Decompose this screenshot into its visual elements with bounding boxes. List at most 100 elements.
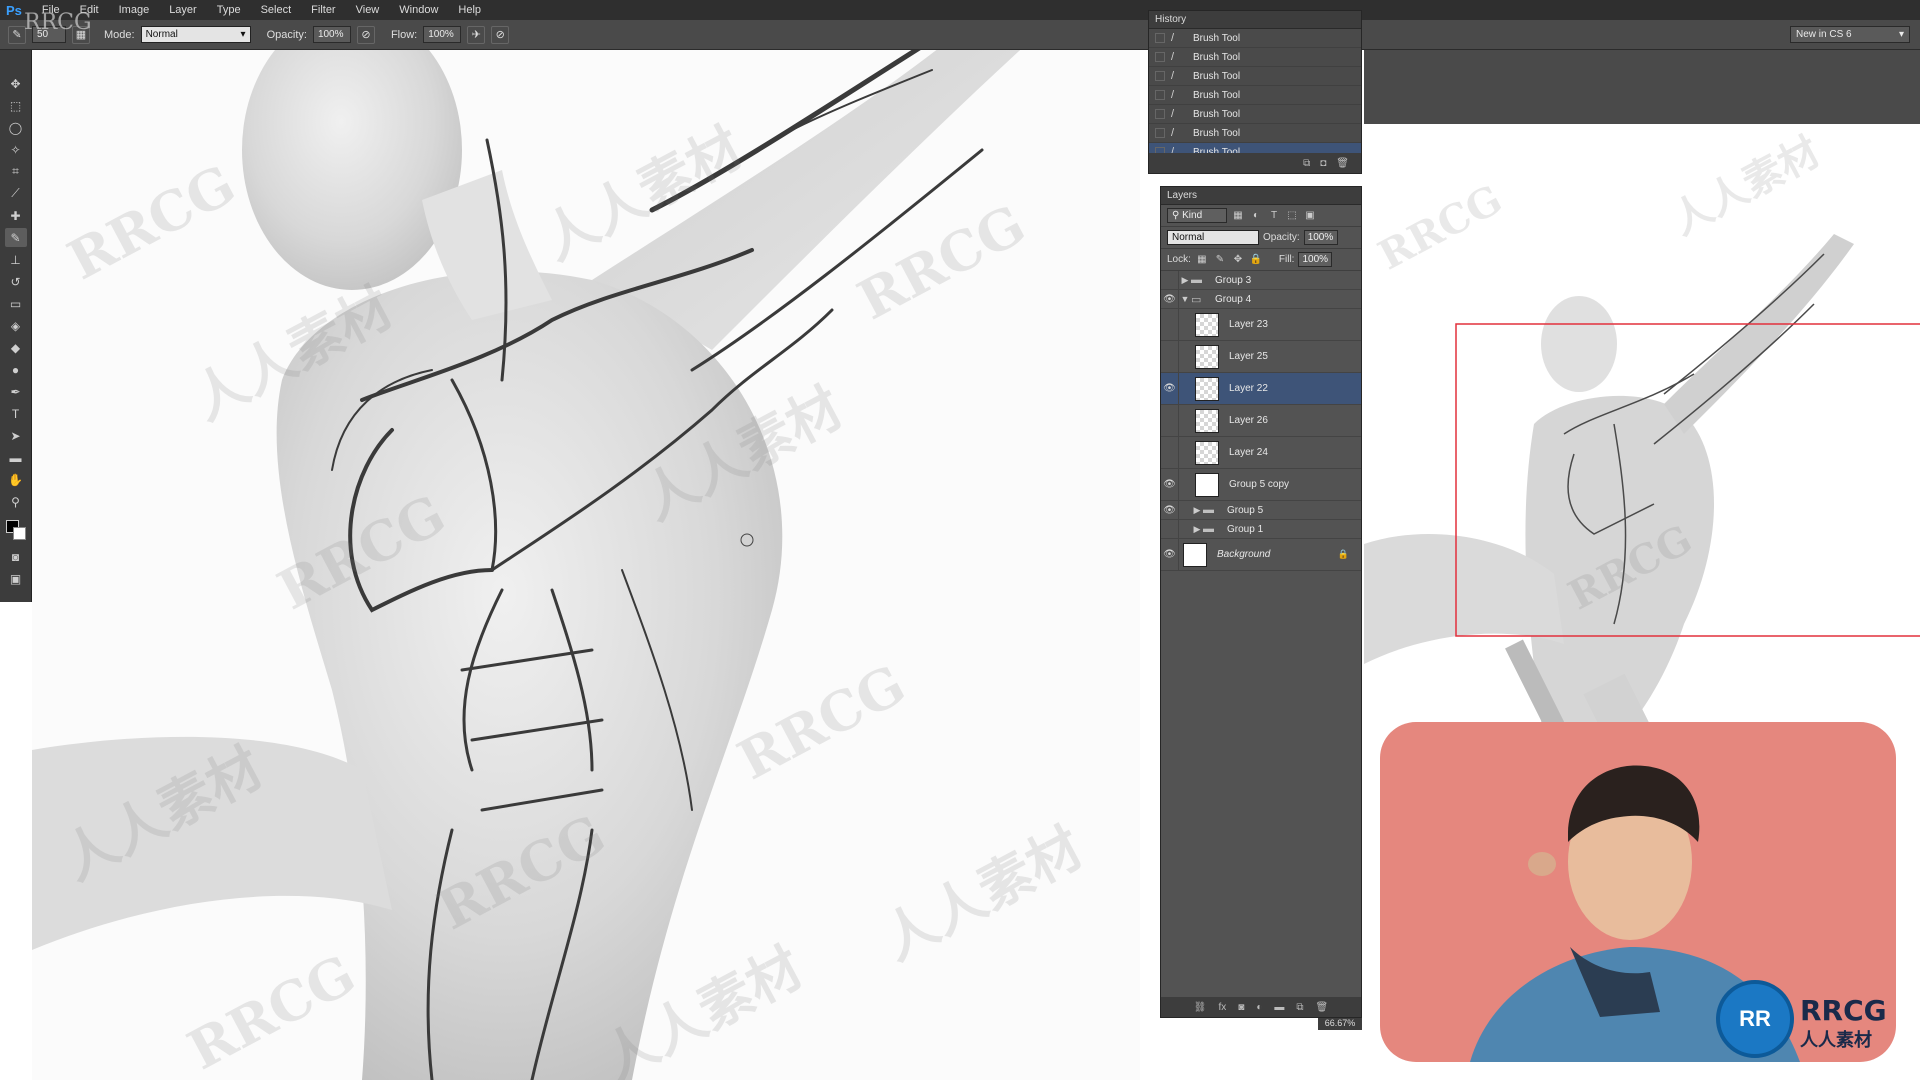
pressure-opacity-icon[interactable]: ⊘ xyxy=(356,25,375,44)
eye-icon[interactable]: 👁 xyxy=(1161,373,1179,404)
layer-row[interactable]: Layer 23 xyxy=(1161,309,1361,341)
lock-pixels-icon[interactable]: ✎ xyxy=(1213,253,1227,267)
link-layers-icon[interactable]: ⛓ xyxy=(1194,1002,1207,1013)
menu-view[interactable]: View xyxy=(346,4,390,16)
layer-row-selected[interactable]: 👁 Layer 22 xyxy=(1161,373,1361,405)
history-item[interactable]: / Brush Tool xyxy=(1149,124,1361,143)
brush-tool-icon[interactable]: ✎ xyxy=(4,228,27,247)
expand-caret-icon[interactable]: ▶ xyxy=(1191,524,1203,535)
eye-icon[interactable]: 👁 xyxy=(1161,501,1179,519)
snapshot-checkbox[interactable] xyxy=(1155,90,1165,100)
snapshot-checkbox[interactable] xyxy=(1155,52,1165,62)
snapshot-checkbox[interactable] xyxy=(1155,33,1165,43)
menu-image[interactable]: Image xyxy=(109,4,160,16)
eye-icon[interactable]: 👁 xyxy=(1161,469,1179,500)
layer-row[interactable]: 👁 Background 🔒 xyxy=(1161,539,1361,571)
screen-mode-icon[interactable]: ▣ xyxy=(5,569,27,588)
pixel-filter-icon[interactable]: ▦ xyxy=(1231,209,1245,223)
menu-type[interactable]: Type xyxy=(207,4,251,16)
visibility-toggle[interactable] xyxy=(1161,405,1179,436)
hand-tool-icon[interactable]: ✋ xyxy=(5,470,27,489)
rectangle-tool-icon[interactable]: ▬ xyxy=(5,448,27,467)
type-tool-icon[interactable]: T xyxy=(5,404,27,423)
eye-icon[interactable]: 👁 xyxy=(1161,539,1179,570)
flow-field[interactable]: 100% xyxy=(423,26,462,43)
lasso-tool-icon[interactable]: ◯ xyxy=(5,118,27,137)
layer-row[interactable]: Layer 24 xyxy=(1161,437,1361,469)
color-swatches[interactable] xyxy=(4,518,28,544)
opacity-field[interactable]: 100% xyxy=(312,26,351,43)
new-document-from-state-icon[interactable]: ⧉ xyxy=(1303,158,1310,169)
kind-filter-select[interactable]: ⚲ Kind xyxy=(1167,208,1227,223)
adjustment-layer-icon[interactable]: ◐ xyxy=(1256,1002,1262,1013)
lock-all-icon[interactable]: 🔒 xyxy=(1249,253,1263,267)
pressure-size-icon[interactable]: ⊘ xyxy=(491,25,510,44)
new-group-icon[interactable]: ▬ xyxy=(1274,1002,1284,1013)
menu-filter[interactable]: Filter xyxy=(301,4,345,16)
expand-caret-icon[interactable]: ▶ xyxy=(1191,505,1203,516)
history-item[interactable]: / Brush Tool xyxy=(1149,48,1361,67)
history-item[interactable]: / Brush Tool xyxy=(1149,29,1361,48)
menu-layer[interactable]: Layer xyxy=(159,4,207,16)
document-canvas[interactable]: RRCG 人人素材 人人素材 RRCG 人人素材 RRCG RRCG 人人素材 … xyxy=(32,50,1140,1080)
blend-mode-select[interactable]: Normal xyxy=(1167,230,1259,245)
airbrush-icon[interactable]: ✈ xyxy=(467,25,486,44)
lock-transparency-icon[interactable]: ▦ xyxy=(1195,253,1209,267)
layer-row[interactable]: 👁 ▼ ▭ Group 4 xyxy=(1161,290,1361,309)
trash-icon[interactable]: 🗑 xyxy=(1336,158,1349,169)
expand-caret-icon[interactable]: ▶ xyxy=(1179,275,1191,286)
menu-help[interactable]: Help xyxy=(448,4,491,16)
magic-wand-tool-icon[interactable]: ✧ xyxy=(5,140,27,159)
history-item[interactable]: / Brush Tool xyxy=(1149,67,1361,86)
layer-row[interactable]: Layer 25 xyxy=(1161,341,1361,373)
layer-style-icon[interactable]: fx xyxy=(1218,1002,1226,1013)
healing-brush-tool-icon[interactable]: ✚ xyxy=(5,206,27,225)
layer-row[interactable]: Layer 26 xyxy=(1161,405,1361,437)
blur-tool-icon[interactable]: ◆ xyxy=(5,338,27,357)
visibility-toggle[interactable] xyxy=(1161,271,1179,289)
history-brush-tool-icon[interactable]: ↺ xyxy=(5,272,27,291)
move-tool-icon[interactable]: ✥ xyxy=(5,74,27,93)
snapshot-camera-icon[interactable]: ◘ xyxy=(1320,158,1326,169)
fill-field[interactable]: 100% xyxy=(1298,252,1333,267)
layer-row[interactable]: 👁 ▶ ▬ Group 5 xyxy=(1161,501,1361,520)
paint-bucket-tool-icon[interactable]: ◈ xyxy=(5,316,27,335)
history-item[interactable]: / Brush Tool xyxy=(1149,86,1361,105)
layer-row[interactable]: 👁 Group 5 copy xyxy=(1161,469,1361,501)
history-item[interactable]: / Brush Tool xyxy=(1149,105,1361,124)
shape-filter-icon[interactable]: ⬚ xyxy=(1285,209,1299,223)
menu-select[interactable]: Select xyxy=(251,4,302,16)
collapse-caret-icon[interactable]: ▼ xyxy=(1179,294,1191,304)
pen-tool-icon[interactable]: ✒ xyxy=(5,382,27,401)
snapshot-checkbox[interactable] xyxy=(1155,109,1165,119)
trash-icon[interactable]: 🗑 xyxy=(1316,1002,1329,1013)
layer-opacity-field[interactable]: 100% xyxy=(1303,230,1338,245)
smart-object-filter-icon[interactable]: ▣ xyxy=(1303,209,1317,223)
workspace-select[interactable]: New in CS 6 ▾ xyxy=(1790,26,1910,43)
background-color-swatch[interactable] xyxy=(12,527,26,540)
dodge-tool-icon[interactable]: ● xyxy=(5,360,27,379)
add-mask-icon[interactable]: ◙ xyxy=(1238,1002,1244,1013)
visibility-toggle[interactable] xyxy=(1161,437,1179,468)
crop-tool-icon[interactable]: ⌗ xyxy=(5,162,27,181)
new-layer-icon[interactable]: ⧉ xyxy=(1296,1002,1303,1013)
visibility-toggle[interactable] xyxy=(1161,341,1179,372)
visibility-toggle[interactable] xyxy=(1161,520,1179,538)
adjustment-filter-icon[interactable]: ◐ xyxy=(1249,209,1263,223)
menu-window[interactable]: Window xyxy=(389,4,448,16)
zoom-tool-icon[interactable]: ⚲ xyxy=(5,492,27,511)
layer-row[interactable]: ▶ ▬ Group 1 xyxy=(1161,520,1361,539)
quick-mask-icon[interactable]: ◙ xyxy=(5,547,27,566)
lock-position-icon[interactable]: ✥ xyxy=(1231,253,1245,267)
path-selection-tool-icon[interactable]: ➤ xyxy=(5,426,27,445)
eraser-tool-icon[interactable]: ▭ xyxy=(5,294,27,313)
visibility-toggle[interactable] xyxy=(1161,309,1179,340)
type-filter-icon[interactable]: T xyxy=(1267,209,1281,223)
snapshot-checkbox[interactable] xyxy=(1155,71,1165,81)
navigator-zoom-field[interactable]: 66.67% xyxy=(1318,1016,1362,1030)
eyedropper-tool-icon[interactable]: ⟋ xyxy=(5,184,27,203)
eye-icon[interactable]: 👁 xyxy=(1161,290,1179,308)
layer-row[interactable]: ▶ ▬ Group 3 xyxy=(1161,271,1361,290)
mode-select[interactable]: Normal ▾ xyxy=(140,26,251,43)
clone-stamp-tool-icon[interactable]: ⊥ xyxy=(5,250,27,269)
